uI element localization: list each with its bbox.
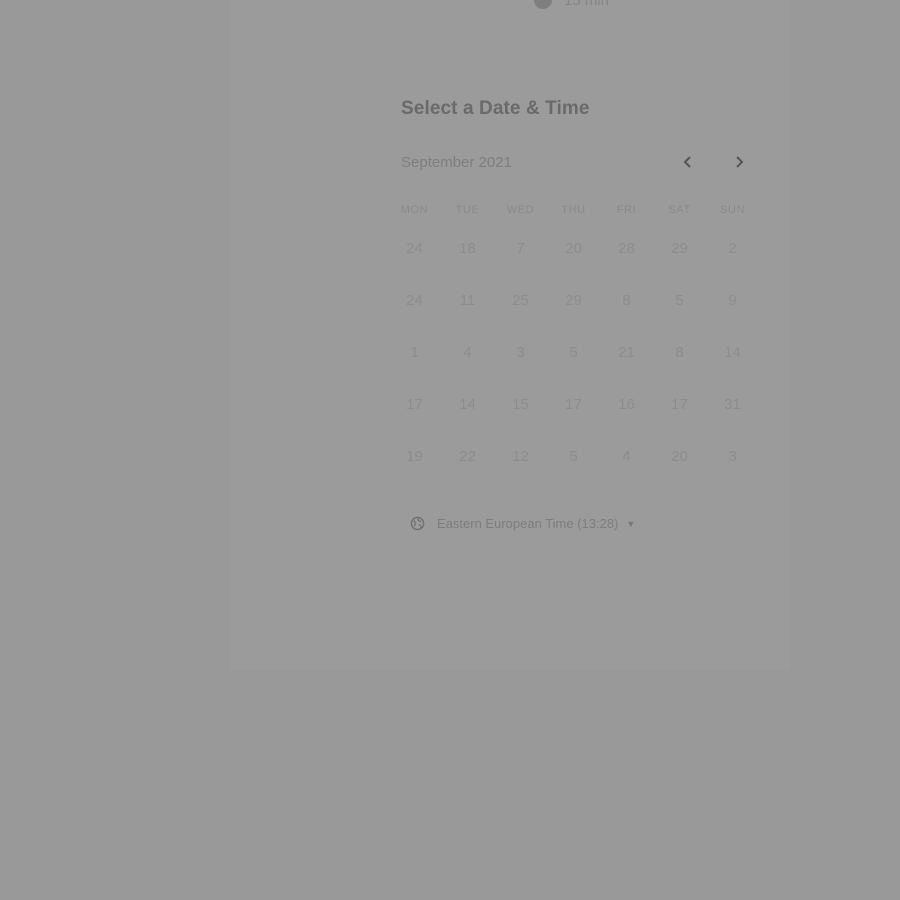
- weekday-fri: FRI: [616, 204, 637, 216]
- calendar-day[interactable]: 22: [441, 444, 494, 496]
- calendar-day[interactable]: 9: [706, 288, 759, 340]
- calendar-day[interactable]: 25: [494, 288, 547, 340]
- caret-down-icon: ▼: [626, 518, 636, 529]
- calendar-day[interactable]: 2: [706, 236, 759, 288]
- weekday-thu: THU: [561, 204, 586, 216]
- calendar-day[interactable]: 17: [547, 392, 600, 444]
- calendar-day[interactable]: 19: [388, 444, 441, 496]
- picker-title: Select a Date & Time: [401, 98, 590, 119]
- calendar-day[interactable]: 11: [441, 288, 494, 340]
- calendar-day[interactable]: 4: [600, 444, 653, 496]
- calendar-day[interactable]: 5: [547, 444, 600, 496]
- calendar-day[interactable]: 29: [547, 288, 600, 340]
- clock-icon: [534, 0, 552, 9]
- calendar-day[interactable]: 14: [441, 392, 494, 444]
- calendar-day[interactable]: 31: [706, 392, 759, 444]
- calendar-day[interactable]: 24: [388, 236, 441, 288]
- weekday-tue: TUE: [455, 204, 480, 216]
- previous-month-button[interactable]: [676, 150, 700, 174]
- calendar-day[interactable]: 7: [494, 236, 547, 288]
- calendar-day[interactable]: 3: [706, 444, 759, 496]
- calendar-day[interactable]: 5: [547, 340, 600, 392]
- calendar-day[interactable]: 20: [653, 444, 706, 496]
- calendar-day[interactable]: 8: [600, 288, 653, 340]
- calendar-day[interactable]: 28: [600, 236, 653, 288]
- calendar-day[interactable]: 4: [441, 340, 494, 392]
- calendar-day[interactable]: 17: [653, 392, 706, 444]
- month-label: September 2021: [401, 154, 512, 171]
- calendar-day[interactable]: 3: [494, 340, 547, 392]
- calendar-day[interactable]: 15: [494, 392, 547, 444]
- calendar-day[interactable]: 12: [494, 444, 547, 496]
- timezone-selector[interactable]: Eastern European Time (13:28) ▼: [410, 516, 635, 531]
- calendar-day[interactable]: 18: [441, 236, 494, 288]
- globe-icon: [410, 516, 425, 531]
- calendar-day[interactable]: 16: [600, 392, 653, 444]
- calendar-day[interactable]: 24: [388, 288, 441, 340]
- chevron-left-icon: [683, 156, 691, 168]
- calendar-day[interactable]: 29: [653, 236, 706, 288]
- weekday-sat: SAT: [668, 204, 691, 216]
- next-month-button[interactable]: [727, 150, 751, 174]
- calendar-grid: 24 18 7 20 28 29 2 24 11 25 29 8 5 9 1 4…: [388, 236, 759, 496]
- weekday-wed: WED: [506, 204, 535, 216]
- weekday-sun: SUN: [719, 204, 746, 216]
- page-overlay: 15 min Select a Date & Time September 20…: [0, 0, 900, 900]
- chevron-right-icon: [736, 156, 744, 168]
- calendar-day[interactable]: 17: [388, 392, 441, 444]
- calendar-day[interactable]: 14: [706, 340, 759, 392]
- calendar-day[interactable]: 8: [653, 340, 706, 392]
- event-duration: 15 min: [534, 0, 609, 9]
- calendar-day[interactable]: 5: [653, 288, 706, 340]
- weekday-mon: MON: [400, 204, 429, 216]
- calendar-day[interactable]: 21: [600, 340, 653, 392]
- duration-label: 15 min: [564, 0, 610, 9]
- calendar-day[interactable]: 20: [547, 236, 600, 288]
- calendar-day[interactable]: 1: [388, 340, 441, 392]
- timezone-label: Eastern European Time (13:28): [437, 516, 619, 531]
- weekday-header: MON TUE WED THU FRI SAT SUN: [388, 204, 759, 216]
